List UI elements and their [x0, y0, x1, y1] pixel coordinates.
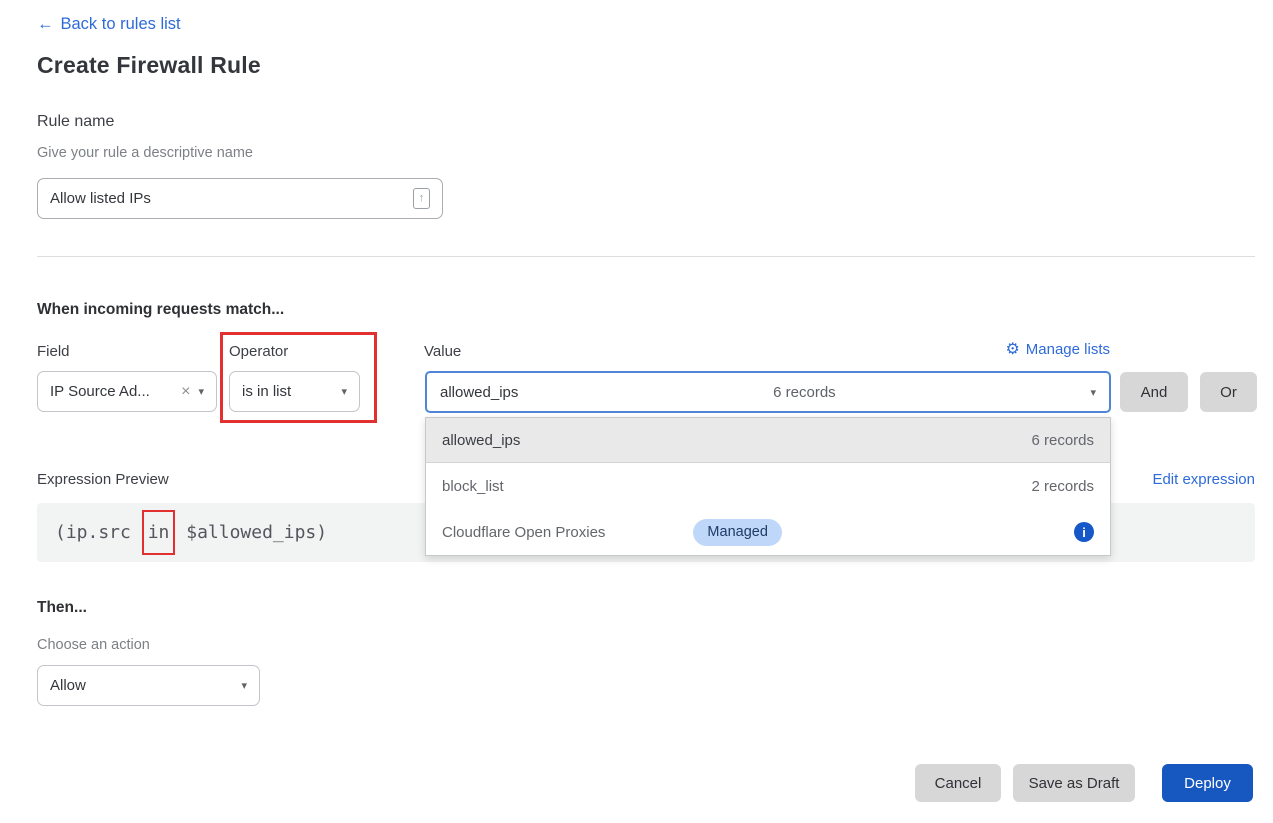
operator-select-value: is in list — [242, 383, 291, 400]
cancel-button[interactable]: Cancel — [915, 764, 1001, 802]
rule-name-input[interactable] — [50, 190, 413, 207]
autofill-icon[interactable]: ↑ — [413, 188, 430, 209]
list-item-records: 2 records — [1031, 478, 1094, 495]
field-select[interactable]: IP Source Ad... × ▾ — [37, 371, 217, 412]
rule-name-hint: Give your rule a descriptive name — [37, 145, 253, 161]
chevron-down-icon: ▾ — [341, 385, 347, 398]
expression-code-prefix: (ip.src — [55, 522, 142, 543]
list-item-name: block_list — [442, 478, 504, 495]
and-button[interactable]: And — [1120, 372, 1188, 412]
clear-field-icon[interactable]: × — [181, 383, 190, 401]
section-divider — [37, 256, 1255, 257]
field-label: Field — [37, 343, 70, 360]
operator-select[interactable]: is in list ▾ — [229, 371, 360, 412]
list-dropdown-panel: allowed_ips 6 records block_list 2 recor… — [425, 417, 1111, 556]
back-arrow-icon: ← — [37, 15, 54, 34]
list-item-name: Cloudflare Open Proxies — [442, 524, 605, 541]
value-combobox-value: allowed_ips — [440, 384, 518, 401]
managed-badge: Managed — [693, 519, 781, 546]
edit-expression-link[interactable]: Edit expression — [1152, 471, 1255, 488]
manage-lists-link[interactable]: ⚙ Manage lists — [1005, 341, 1110, 358]
list-item-allowed-ips[interactable]: allowed_ips 6 records — [426, 418, 1110, 463]
expression-preview-label: Expression Preview — [37, 471, 169, 488]
rule-name-label: Rule name — [37, 113, 114, 131]
chevron-down-icon: ▾ — [1090, 386, 1096, 399]
value-combobox[interactable]: allowed_ips 6 records ▾ — [425, 371, 1111, 413]
expression-code-suffix: $allowed_ips) — [175, 522, 327, 543]
action-select-value: Allow — [50, 677, 86, 694]
action-select[interactable]: Allow ▾ — [37, 665, 260, 706]
value-records-count: 6 records — [773, 384, 836, 401]
back-to-rules-link[interactable]: ← Back to rules list — [37, 15, 181, 34]
list-item-name: allowed_ips — [442, 432, 520, 449]
chevron-down-icon: ▾ — [198, 385, 204, 398]
gear-icon: ⚙ — [1005, 342, 1019, 358]
list-item-cloudflare-open-proxies[interactable]: Cloudflare Open Proxies Managed i — [426, 509, 1110, 555]
chevron-down-icon: ▾ — [241, 679, 247, 692]
then-heading: Then... — [37, 599, 87, 617]
operator-label: Operator — [229, 343, 288, 360]
list-item-records: 6 records — [1031, 432, 1094, 449]
save-as-draft-button[interactable]: Save as Draft — [1013, 764, 1135, 802]
list-item-block-list[interactable]: block_list 2 records — [426, 463, 1110, 509]
field-select-value: IP Source Ad... — [50, 383, 150, 400]
manage-lists-label: Manage lists — [1026, 341, 1110, 358]
choose-action-hint: Choose an action — [37, 637, 150, 653]
info-icon[interactable]: i — [1074, 522, 1094, 542]
or-button[interactable]: Or — [1200, 372, 1257, 412]
back-link-label: Back to rules list — [61, 15, 181, 34]
deploy-button[interactable]: Deploy — [1162, 764, 1253, 802]
expression-code: (ip.src in $allowed_ips) — [55, 520, 327, 545]
annotation-box-in: in — [142, 510, 176, 555]
rule-name-field-wrap: ↑ — [37, 178, 443, 219]
page-title: Create Firewall Rule — [37, 52, 261, 79]
value-label: Value — [424, 343, 461, 360]
match-heading: When incoming requests match... — [37, 301, 284, 319]
create-firewall-rule-page: ← Back to rules list Create Firewall Rul… — [0, 0, 1273, 823]
